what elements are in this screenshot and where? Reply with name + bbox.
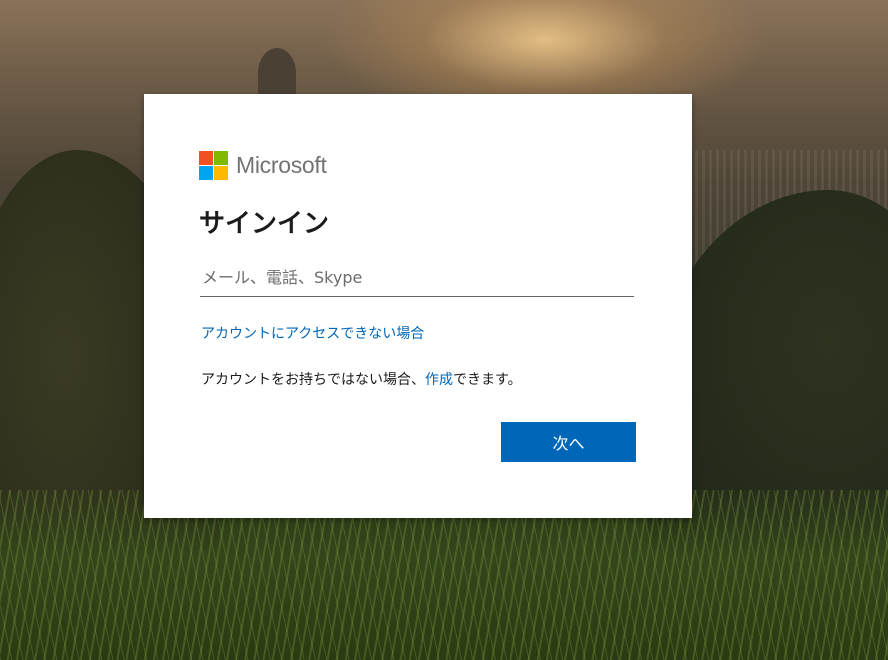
no-account-prefix: アカウントをお持ちではない場合、: [201, 372, 425, 388]
signin-card: Microsoft サインイン アカウントにアクセスできない場合 アカウントをお…: [144, 94, 692, 518]
logo-square-blue: [199, 165, 213, 180]
background-mountain-peak: [258, 48, 296, 98]
microsoft-logo-text: Microsoft: [236, 151, 327, 178]
microsoft-logo-icon: [199, 150, 228, 180]
create-account-link[interactable]: 作成: [425, 372, 453, 388]
no-account-suffix: できます。: [453, 372, 522, 388]
logo-square-red: [199, 150, 213, 165]
next-button[interactable]: 次へ: [501, 422, 636, 462]
page-title: サインイン: [199, 209, 330, 239]
logo-square-yellow: [214, 165, 228, 180]
email-field[interactable]: [200, 259, 634, 297]
microsoft-logo: Microsoft: [199, 150, 327, 180]
no-account-text: アカウントをお持ちではない場合、作成できます。: [201, 369, 522, 389]
logo-square-green: [214, 150, 228, 165]
cant-access-account-link[interactable]: アカウントにアクセスできない場合: [201, 323, 424, 343]
